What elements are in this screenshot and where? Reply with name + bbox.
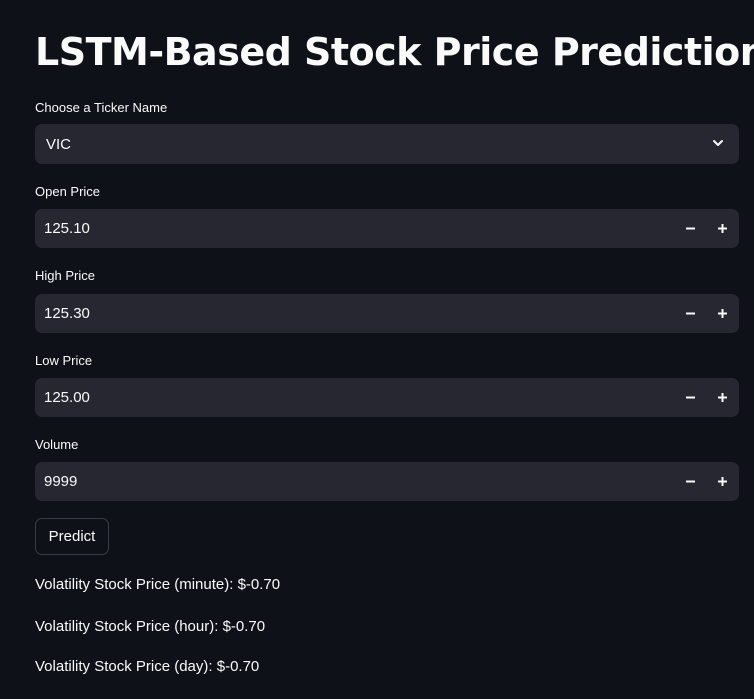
ticker-label: Choose a Ticker Name <box>35 100 168 115</box>
high-price-value: 125.30 <box>44 305 90 322</box>
minus-icon <box>685 227 695 230</box>
minus-icon <box>685 480 695 483</box>
high-price-decrement-button[interactable] <box>674 294 706 333</box>
volume-increment-button[interactable] <box>706 462 738 501</box>
low-price-label: Low Price <box>35 353 93 368</box>
page-title: LSTM-Based Stock Price Prediction <box>35 30 754 74</box>
plus-icon <box>717 477 727 486</box>
result-hour: Volatility Stock Price (hour): $-0.70 <box>35 618 266 635</box>
high-price-label: High Price <box>35 268 95 283</box>
ticker-select[interactable]: VIC <box>35 124 739 164</box>
low-price-increment-button[interactable] <box>706 378 738 417</box>
ticker-selected-value: VIC <box>46 136 72 153</box>
result-minute: Volatility Stock Price (minute): $-0.70 <box>35 576 281 593</box>
chevron-down-icon[interactable] <box>711 136 725 150</box>
open-price-increment-button[interactable] <box>706 209 738 248</box>
high-price-increment-button[interactable] <box>706 294 738 333</box>
high-price-input[interactable]: 125.30 <box>35 294 739 333</box>
low-price-input[interactable]: 125.00 <box>35 378 739 417</box>
volume-input[interactable]: 9999 <box>35 462 739 501</box>
result-day: Volatility Stock Price (day): $-0.70 <box>35 658 260 675</box>
plus-icon <box>717 393 727 402</box>
volume-value: 9999 <box>44 473 78 490</box>
open-price-input[interactable]: 125.10 <box>35 209 739 248</box>
open-price-decrement-button[interactable] <box>674 209 706 248</box>
minus-icon <box>685 396 695 399</box>
predict-button[interactable]: Predict <box>35 518 109 555</box>
open-price-label: Open Price <box>35 184 101 199</box>
plus-icon <box>717 309 727 318</box>
minus-icon <box>685 312 695 315</box>
volume-decrement-button[interactable] <box>674 462 706 501</box>
low-price-decrement-button[interactable] <box>674 378 706 417</box>
volume-label: Volume <box>35 437 79 452</box>
open-price-value: 125.10 <box>44 220 90 237</box>
plus-icon <box>717 224 727 233</box>
app-container: LSTM-Based Stock Price Prediction Choose… <box>0 0 754 699</box>
low-price-value: 125.00 <box>44 389 90 406</box>
